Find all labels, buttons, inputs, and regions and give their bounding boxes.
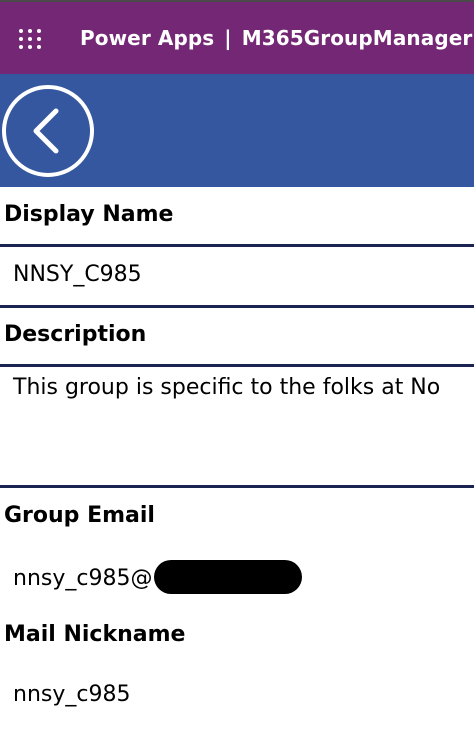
mail-nickname-value: nnsy_c985	[13, 682, 131, 707]
screen-header	[0, 74, 474, 187]
back-button[interactable]	[2, 85, 94, 177]
mail-nickname-label: Mail Nickname	[4, 622, 186, 647]
description-label: Description	[4, 322, 147, 347]
app-bar: Power Apps | M365GroupManager	[0, 0, 474, 74]
app-name: M365GroupManager	[241, 26, 473, 50]
display-name-value: NNSY_C985	[13, 262, 142, 287]
title-separator: |	[224, 26, 232, 50]
app-title: Power Apps | M365GroupManager	[80, 26, 472, 50]
divider	[0, 305, 474, 308]
display-name-label: Display Name	[4, 202, 174, 227]
description-field[interactable]: This group is specific to the folks at N…	[0, 367, 474, 485]
chevron-left-icon	[33, 108, 59, 154]
redaction-mark	[154, 560, 303, 594]
product-name: Power Apps	[80, 26, 215, 50]
group-email-label: Group Email	[4, 503, 155, 528]
description-value: This group is specific to the folks at N…	[13, 375, 441, 400]
app-launcher-icon[interactable]	[19, 29, 43, 49]
group-email-value: nnsy_c985@	[13, 560, 303, 596]
group-email-prefix: nnsy_c985@	[13, 566, 153, 591]
display-name-field[interactable]: NNSY_C985	[0, 247, 474, 305]
divider	[0, 485, 474, 488]
